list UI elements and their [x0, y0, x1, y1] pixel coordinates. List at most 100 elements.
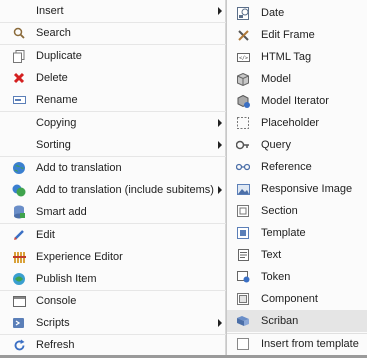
scriban-icon	[236, 314, 250, 328]
menu-item-delete[interactable]: Delete	[0, 67, 226, 89]
context-menu-overlay: Insert Search Duplicate Delete Rename Co…	[0, 0, 367, 358]
placeholder-icon	[236, 116, 250, 130]
submenu-item-responsive-image[interactable]: Responsive Image	[227, 178, 367, 200]
submenu-item-insert-from-template[interactable]: Insert from template	[227, 333, 367, 355]
menu-item-copying[interactable]: Copying	[0, 112, 226, 134]
submenu-item-label: Query	[261, 139, 291, 151]
menu-item-label: Insert	[36, 5, 64, 17]
submenu-item-reference[interactable]: Reference	[227, 156, 367, 178]
delete-icon	[12, 71, 26, 85]
component-icon	[236, 292, 250, 306]
submenu-item-label: Model Iterator	[261, 95, 329, 107]
section-icon	[236, 204, 250, 218]
menu-item-search[interactable]: Search	[0, 22, 226, 44]
submenu-item-label: Placeholder	[261, 117, 320, 129]
submenu-item-query[interactable]: Query	[227, 134, 367, 156]
menu-item-smart-add[interactable]: Smart add	[0, 201, 226, 223]
submenu-item-label: Edit Frame	[261, 29, 315, 41]
submenu-arrow-icon	[218, 141, 222, 149]
menu-item-label: Delete	[36, 72, 68, 84]
menu-item-insert[interactable]: Insert	[0, 0, 226, 22]
responsive-image-icon	[236, 182, 250, 196]
submenu-item-label: Reference	[261, 161, 312, 173]
submenu-item-label: Insert from template	[261, 338, 359, 350]
menu-item-label: Copying	[36, 117, 77, 129]
publish-icon	[12, 272, 26, 286]
menu-item-edit[interactable]: Edit	[0, 224, 226, 246]
submenu-item-scriban[interactable]: Scriban	[227, 310, 367, 332]
submenu-item-label: Component	[261, 293, 318, 305]
menu-item-add-to-translation-subitems[interactable]: Add to translation (include subitems)	[0, 179, 226, 201]
menu-item-label: Sorting	[36, 139, 71, 151]
menu-item-label: Add to translation	[36, 162, 122, 174]
menu-item-label: Experience Editor	[36, 251, 123, 263]
submenu-item-placeholder[interactable]: Placeholder	[227, 112, 367, 134]
submenu-item-model[interactable]: Model	[227, 68, 367, 90]
query-icon	[236, 138, 250, 152]
submenu-item-component[interactable]: Component	[227, 288, 367, 310]
text-icon	[236, 248, 250, 262]
menu-item-refresh[interactable]: Refresh	[0, 334, 226, 356]
menu-item-label: Add to translation (include subitems)	[36, 184, 214, 196]
template-icon	[236, 226, 250, 240]
menu-item-label: Smart add	[36, 206, 87, 218]
submenu-item-label: Section	[261, 205, 298, 217]
submenu-item-label: Text	[261, 249, 282, 261]
translation-subitems-icon	[12, 183, 26, 197]
submenu-arrow-icon	[218, 119, 222, 127]
submenu-item-label: Template	[261, 227, 306, 239]
translation-icon	[12, 161, 26, 175]
menu-item-scripts[interactable]: Scripts	[0, 312, 226, 334]
menu-item-label: Console	[36, 295, 77, 307]
token-icon	[236, 270, 250, 284]
submenu-item-label: Responsive Image	[261, 183, 353, 195]
menu-item-console[interactable]: Console	[0, 290, 226, 312]
submenu-arrow-icon	[218, 7, 222, 15]
experience-editor-icon	[12, 250, 26, 264]
menu-item-sorting[interactable]: Sorting	[0, 134, 226, 156]
submenu-item-html-tag[interactable]: </> HTML Tag	[227, 46, 367, 68]
submenu-item-edit-frame[interactable]: Edit Frame	[227, 24, 367, 46]
menu-item-label: Duplicate	[36, 50, 82, 62]
menu-item-label: Edit	[36, 229, 55, 241]
edit-frame-icon	[236, 28, 250, 42]
menu-item-experience-editor[interactable]: Experience Editor	[0, 246, 226, 268]
submenu-item-model-iterator[interactable]: Model Iterator	[227, 90, 367, 112]
menu-item-label: Search	[36, 27, 71, 39]
menu-item-label: Scripts	[36, 317, 70, 329]
console-icon	[12, 294, 26, 308]
insert-template-icon	[236, 337, 250, 351]
submenu-item-label: HTML Tag	[261, 51, 312, 63]
menu-item-label: Rename	[36, 94, 78, 106]
model-iterator-icon	[236, 94, 250, 108]
submenu-arrow-icon	[218, 186, 222, 194]
item-context-menu: Insert Search Duplicate Delete Rename Co…	[0, 0, 226, 358]
submenu-item-label: Model	[261, 73, 291, 85]
reference-icon	[236, 160, 250, 174]
submenu-item-template[interactable]: Template	[227, 222, 367, 244]
menu-item-duplicate[interactable]: Duplicate	[0, 45, 226, 67]
menu-item-label: Publish Item	[36, 273, 97, 285]
search-icon	[12, 26, 26, 40]
submenu-item-date[interactable]: Date	[227, 2, 367, 24]
edit-icon	[12, 228, 26, 242]
submenu-item-text[interactable]: Text	[227, 244, 367, 266]
html-tag-icon: </>	[236, 50, 250, 64]
menu-item-publish-item[interactable]: Publish Item	[0, 268, 226, 290]
submenu-item-token[interactable]: Token	[227, 266, 367, 288]
menu-item-rename[interactable]: Rename	[0, 89, 226, 111]
smart-add-icon	[12, 205, 26, 219]
date-icon	[236, 6, 250, 20]
refresh-icon	[12, 338, 26, 352]
submenu-item-label: Date	[261, 7, 285, 19]
submenu-item-section[interactable]: Section	[227, 200, 367, 222]
rename-icon	[12, 93, 26, 107]
model-icon	[236, 72, 250, 86]
submenu-arrow-icon	[218, 319, 222, 327]
duplicate-icon	[12, 49, 26, 63]
menu-item-add-to-translation[interactable]: Add to translation	[0, 157, 226, 179]
insert-submenu: Date Edit Frame </> HTML Tag Model Model	[226, 0, 367, 358]
scripts-icon	[12, 316, 26, 330]
menu-item-label: Refresh	[36, 339, 75, 351]
submenu-item-label: Scriban	[261, 315, 299, 327]
